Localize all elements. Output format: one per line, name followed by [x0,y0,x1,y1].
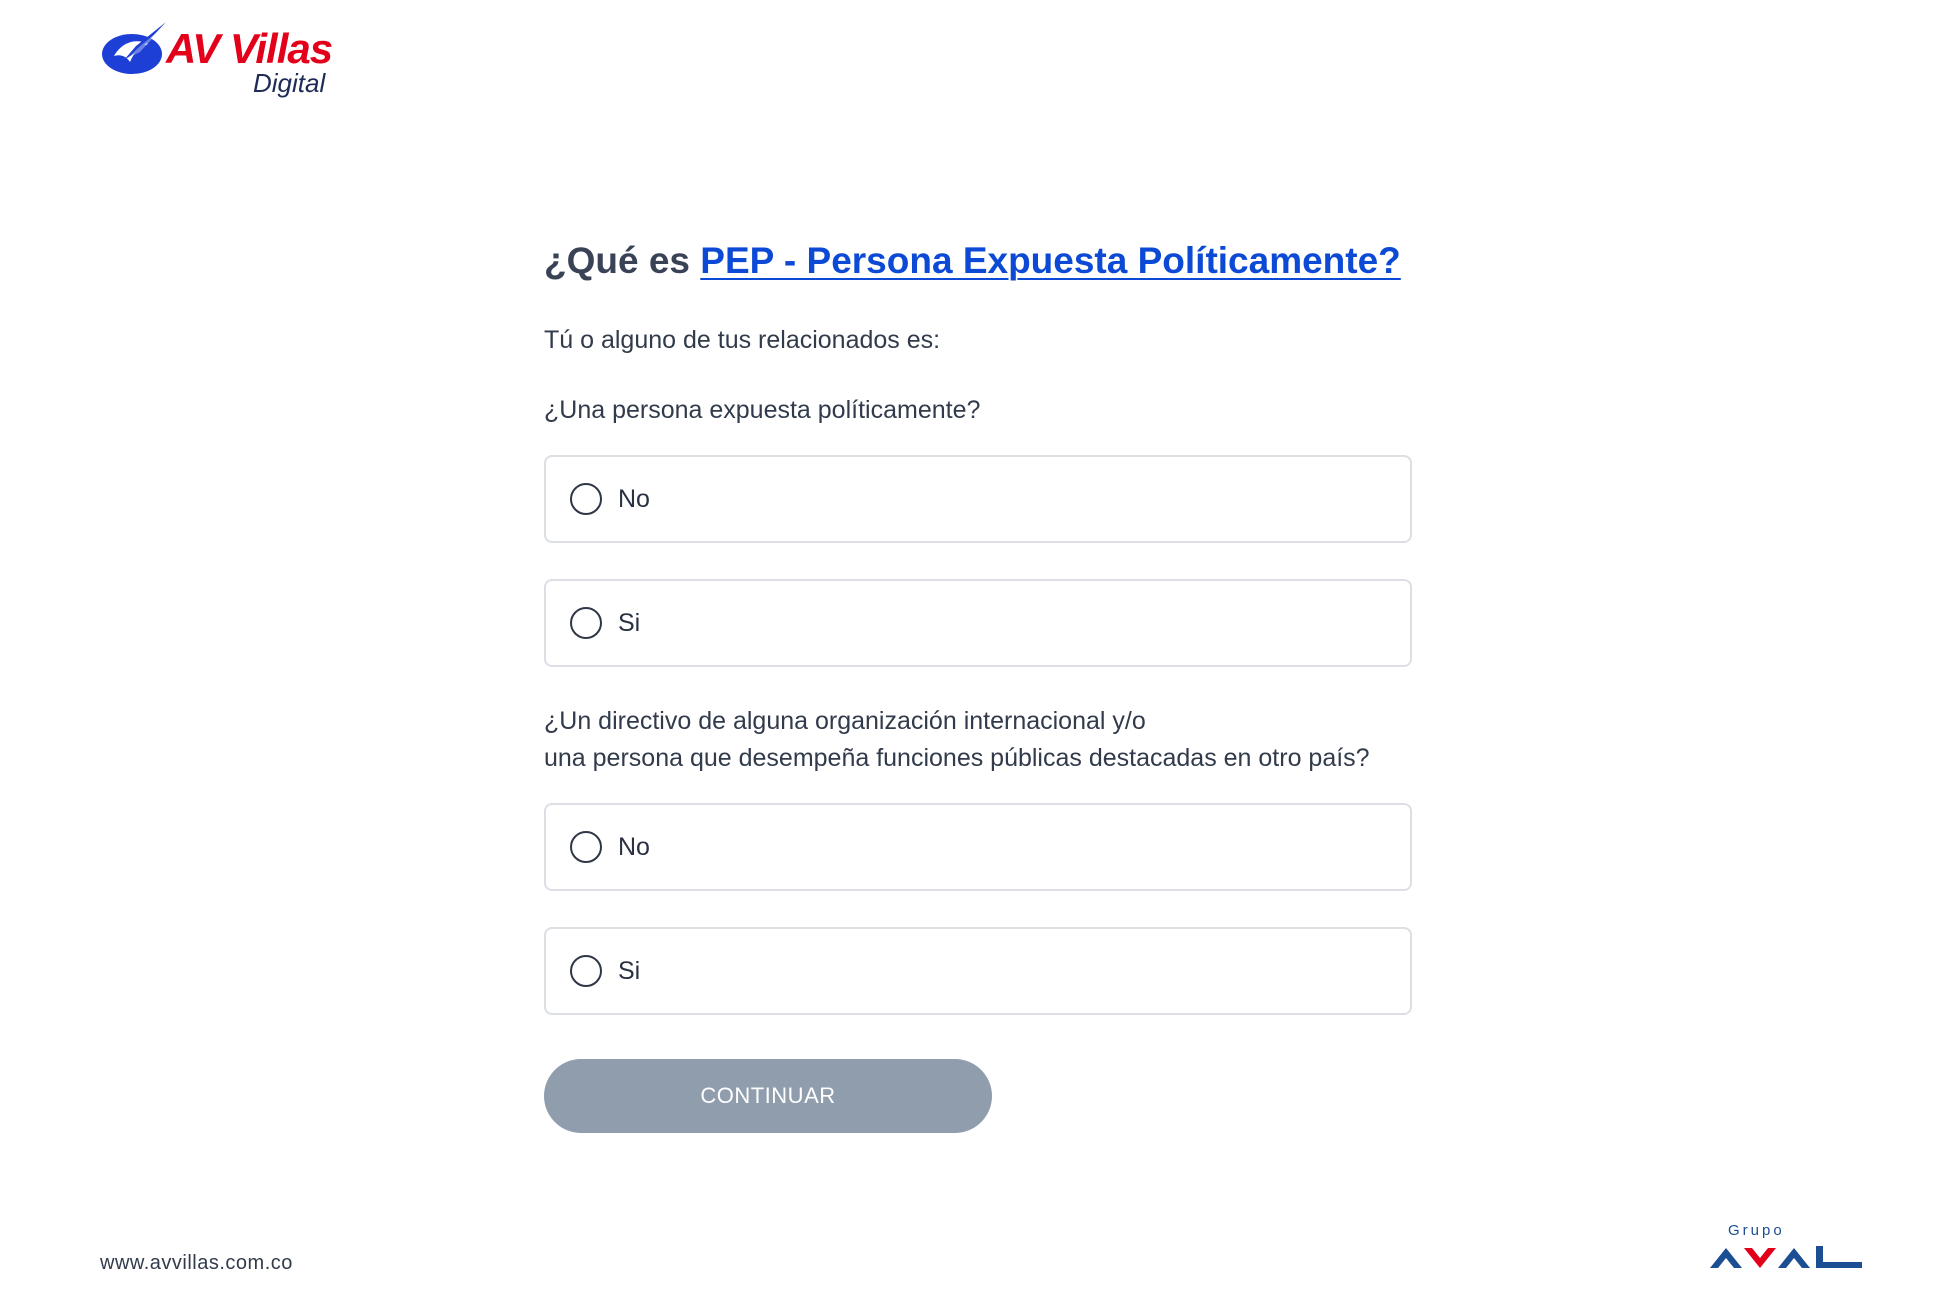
option-label: Si [618,956,641,985]
question-2-option-si[interactable]: Si [544,927,1412,1015]
question-2-text: ¿Un directivo de alguna organización int… [544,703,1412,777]
aval-wordmark-icon [1710,1246,1862,1268]
option-label: Si [618,608,641,637]
option-label: No [618,484,650,513]
question-2-option-no[interactable]: No [544,803,1412,891]
radio-unchecked-icon[interactable] [570,831,602,863]
radio-unchecked-icon[interactable] [570,607,602,639]
question-2-line-1: ¿Un directivo de alguna organización int… [544,707,1146,735]
intro-text: Tú o alguno de tus relacionados es: [544,326,941,354]
question-1-options: No Si [544,455,1412,667]
radio-unchecked-icon[interactable] [570,483,602,515]
question-1-option-no[interactable]: No [544,455,1412,543]
question-1-text: ¿Una persona expuesta políticamente? [544,396,981,424]
av-villas-emblem-icon [102,22,166,74]
logo-brand-text: AV Villas [166,25,333,72]
question-2-line-2: una persona que desempeña funciones públ… [544,744,1370,772]
option-label: No [618,832,650,861]
footer-website-link[interactable]: www.avvillas.com.co [100,1252,293,1275]
continue-button[interactable]: CONTINUAR [544,1059,992,1133]
logo-sub-text: Digital [253,68,326,98]
radio-unchecked-icon[interactable] [570,955,602,987]
av-villas-logo[interactable]: AV Villas Digital [100,20,350,102]
page-title: ¿Qué es PEP - Persona Expuesta Políticam… [544,236,1412,286]
pep-form: ¿Qué es PEP - Persona Expuesta Políticam… [544,236,1412,1133]
question-1-option-si[interactable]: Si [544,579,1412,667]
pep-info-link[interactable]: PEP - Persona Expuesta Políticamente? [700,240,1401,281]
title-prefix: ¿Qué es [544,240,701,281]
grupo-aval-logo: Grupo [1708,1222,1868,1272]
question-2-options: No Si [544,803,1412,1015]
aval-grupo-text: Grupo [1728,1222,1785,1239]
